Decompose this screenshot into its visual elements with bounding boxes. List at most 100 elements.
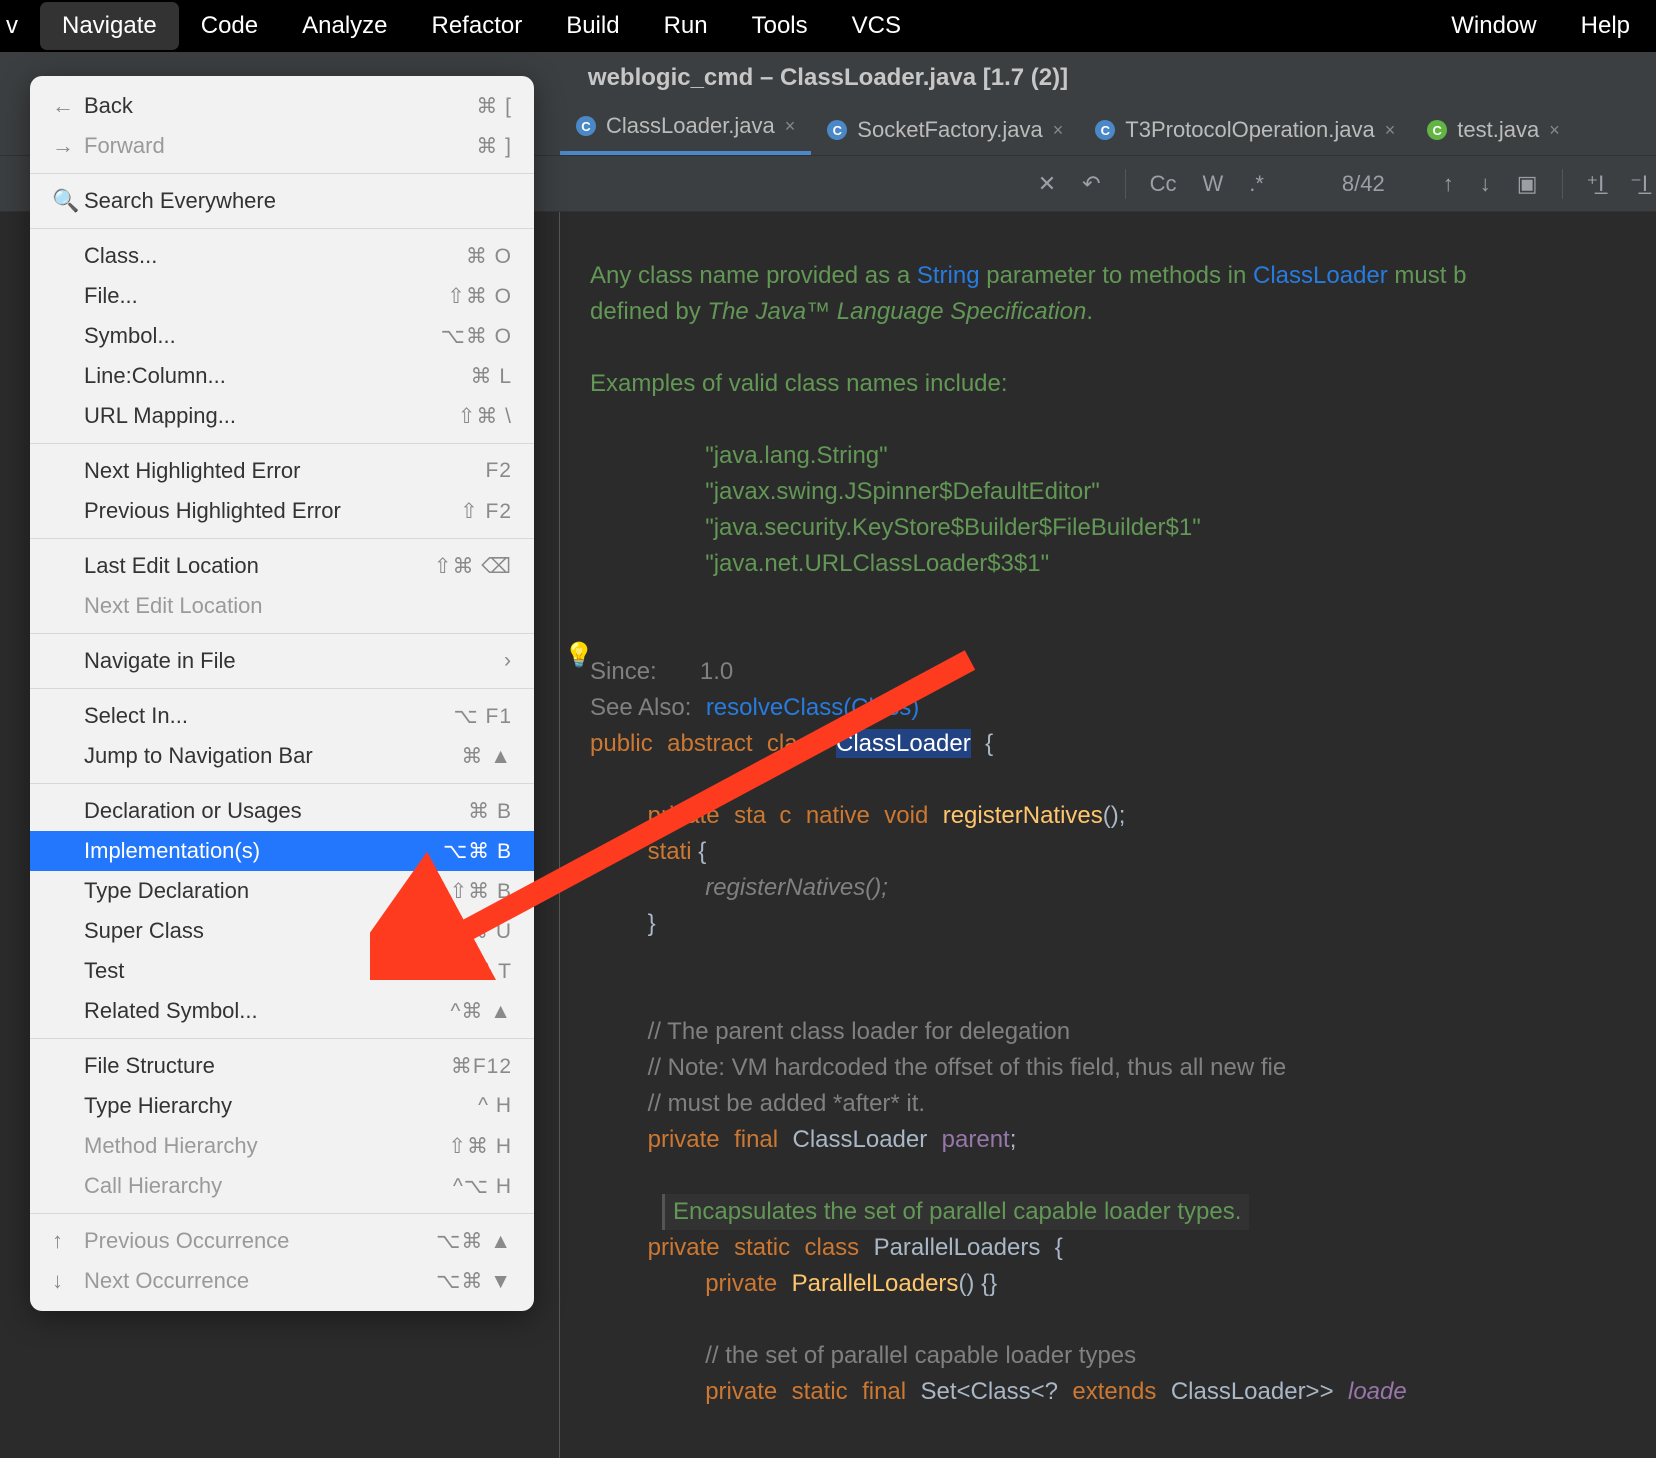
menuitem-previous-highlighted-error[interactable]: Previous Highlighted Error⇧ F2 [30,491,534,531]
menuitem-last-edit-location[interactable]: Last Edit Location⇧⌘ ⌫ [30,546,534,586]
menuitem-class-[interactable]: Class...⌘ O [30,236,534,276]
menuitem-label: Previous Highlighted Error [84,498,460,524]
menuitem-type-declaration[interactable]: Type Declaration⇧⌘ B [30,871,534,911]
menuitem-shortcut: ⇧⌘ ⌫ [434,554,512,579]
window-title: weblogic_cmd – ClassLoader.java [1.7 (2)… [588,64,1068,92]
menu-tools[interactable]: Tools [730,2,830,50]
undo-prev-icon[interactable]: ↶ [1074,167,1108,201]
menuitem-shortcut: ⇧⌘ O [447,284,512,309]
menu-help[interactable]: Help [1559,2,1652,50]
menuitem-shortcut: ⇧⌘ B [450,879,512,904]
words-icon[interactable]: W [1194,167,1231,201]
menu-separator [30,443,534,444]
menuitem-label: Select In... [84,703,453,729]
menuitem-shortcut: ⌘ U [467,919,512,944]
menuitem-label: Jump to Navigation Bar [84,743,461,769]
menuitem-test[interactable]: Test⇧⌘ T [30,951,534,991]
menu-refactor[interactable]: Refactor [410,2,545,50]
doc-link-classloader[interactable]: ClassLoader [1253,262,1388,289]
tab-close-icon[interactable]: × [1053,120,1064,141]
menuitem-line-column-[interactable]: Line:Column...⌘ L [30,356,534,396]
menuitem-related-symbol-[interactable]: Related Symbol...^⌘ ▲ [30,991,534,1031]
java-class-icon: C [1095,120,1115,140]
tab-test-java[interactable]: Ctest.java × [1411,105,1575,155]
doc-link-string[interactable]: String [917,262,980,289]
tab-close-icon[interactable]: × [1385,120,1396,141]
menuitem-label: Super Class [84,918,467,944]
menuitem-shortcut: ⌘ B [468,799,512,824]
tab-t3protocoloperation-java[interactable]: C T3ProtocolOperation.java × [1079,105,1411,155]
menu-analyze[interactable]: Analyze [280,2,409,50]
menu-separator [30,1213,534,1214]
menuitem-shortcut: ⌥⌘ B [443,839,512,864]
menu-vcs[interactable]: VCS [830,2,923,50]
java-class-icon: C [1427,120,1447,140]
menuitem-label: Next Edit Location [84,593,512,619]
tab-socketfactory-java[interactable]: CSocketFactory.java× [811,105,1079,155]
menuitem-declaration-or-usages[interactable]: Declaration or Usages⌘ B [30,791,534,831]
menu-separator [30,783,534,784]
intention-bulb-icon[interactable]: 💡 [564,638,584,658]
select-all-icon[interactable]: ▣ [1509,167,1546,201]
menuitem-shortcut: ⇧⌘ T [451,959,512,984]
see-also-link[interactable]: resolveClass(Class) [706,694,919,721]
menuitem-navigate-in-file[interactable]: Navigate in File› [30,641,534,681]
menuitem-call-hierarchy: Call Hierarchy^⌥ H [30,1166,534,1206]
tab-label: ClassLoader.java [606,113,775,139]
close-icon[interactable]: ✕ [1030,167,1064,201]
tab-label: test.java [1457,117,1539,143]
menuitem-shortcut: ^ H [478,1094,512,1118]
menuitem-shortcut: ⌘ [ [476,94,512,119]
menuitem-file-[interactable]: File...⇧⌘ O [30,276,534,316]
menuitem-label: Next Highlighted Error [84,458,485,484]
menuitem-search-everywhere[interactable]: 🔍Search Everywhere [30,181,534,221]
menuitem-next-occurrence: ↓Next Occurrence⌥⌘ ▼ [30,1261,534,1301]
tab-close-icon[interactable]: × [785,116,796,137]
menuitem-previous-occurrence: ↑Previous Occurrence⌥⌘ ▲ [30,1221,534,1261]
menu-code[interactable]: Code [179,2,280,50]
menuitem-shortcut: ⇧ F2 [460,499,512,524]
menu-separator [30,173,534,174]
menu-window[interactable]: Window [1429,2,1558,50]
menuitem-jump-to-navigation-bar[interactable]: Jump to Navigation Bar⌘ ▲ [30,736,534,776]
menuitem-label: Last Edit Location [84,553,434,579]
back-icon: ← [52,93,84,119]
menuitem-file-structure[interactable]: File Structure⌘F12 [30,1046,534,1086]
next-match-icon[interactable]: ↓ [1472,167,1499,201]
menuitem-url-mapping-[interactable]: URL Mapping...⇧⌘ \ [30,396,534,436]
menu-separator [30,538,534,539]
remove-selection-icon[interactable]: ⁻I̲ [1622,167,1656,201]
tab-label: T3ProtocolOperation.java [1125,117,1374,143]
menuitem-symbol-[interactable]: Symbol...⌥⌘ O [30,316,534,356]
menuitem-shortcut: ⌥ F1 [453,704,512,729]
menuitem-label: File... [84,283,447,309]
menuitem-next-highlighted-error[interactable]: Next Highlighted ErrorF2 [30,451,534,491]
class-name-highlight: ClassLoader [836,729,971,758]
search-icon: 🔍 [52,188,84,214]
menuitem-implementation-s-[interactable]: Implementation(s)⌥⌘ B [30,831,534,871]
code-editor[interactable]: Any class name provided as a String para… [560,212,1656,1458]
forward-icon: → [52,133,84,159]
menu-build[interactable]: Build [544,2,641,50]
menu-run[interactable]: Run [642,2,730,50]
menuitem-shortcut: ⌘ ] [476,134,512,159]
menuitem-label: Class... [84,243,466,269]
match-case-icon[interactable]: Cc [1142,167,1185,201]
menuitem-select-in-[interactable]: Select In...⌥ F1 [30,696,534,736]
java-class-icon: C [827,120,847,140]
menuitem-label: Symbol... [84,323,441,349]
menuitem-super-class[interactable]: Super Class⌘ U [30,911,534,951]
menu-navigate[interactable]: Navigate [40,2,179,50]
menuitem-label: Declaration or Usages [84,798,468,824]
menuitem-back[interactable]: ←Back⌘ [ [30,86,534,126]
tab-close-icon[interactable]: × [1549,120,1560,141]
menuitem-shortcut: › [504,649,512,673]
prev-match-icon[interactable]: ↑ [1435,167,1462,201]
regex-icon[interactable]: .* [1241,167,1272,201]
menu-view-cutoff[interactable]: v [4,2,40,50]
menuitem-shortcut: ⌥⌘ ▲ [436,1229,512,1254]
menuitem-label: Previous Occurrence [84,1228,436,1254]
menuitem-type-hierarchy[interactable]: Type Hierarchy^ H [30,1086,534,1126]
add-selection-icon[interactable]: ⁺I̲ [1579,167,1613,201]
tab-classloader-java[interactable]: CClassLoader.java× [560,101,811,155]
